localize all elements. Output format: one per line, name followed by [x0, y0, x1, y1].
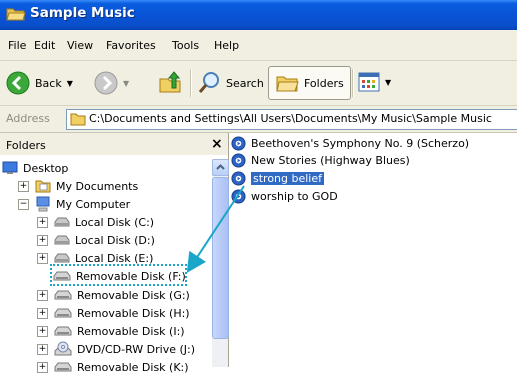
drag-arrow-icon [186, 185, 245, 274]
